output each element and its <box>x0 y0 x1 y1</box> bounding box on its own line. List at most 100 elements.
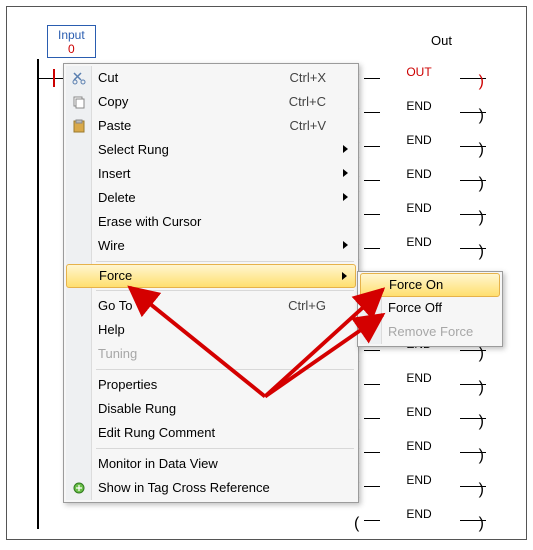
coil-label: END <box>406 405 431 419</box>
menu-force[interactable]: Force <box>66 264 356 288</box>
menu-separator <box>96 448 354 449</box>
input-contact-box[interactable]: Input 0 <box>47 25 96 58</box>
menu-copy[interactable]: Copy Ctrl+C <box>66 90 356 114</box>
menu-show-tag-cross-reference[interactable]: Show in Tag Cross Reference <box>66 476 356 500</box>
submenu-arrow-icon <box>343 169 348 177</box>
menu-properties[interactable]: Properties <box>66 373 356 397</box>
torn-edge-right <box>527 0 533 546</box>
menu-separator <box>96 261 354 262</box>
coil-paren-right: ) <box>479 413 484 431</box>
output-coil[interactable]: (END) <box>374 405 464 419</box>
menu-properties-label: Properties <box>98 377 157 392</box>
menu-separator <box>96 290 354 291</box>
input-value: 0 <box>58 42 85 56</box>
coil-paren-right: ) <box>479 243 484 261</box>
submenu-force-on-label: Force On <box>389 277 443 292</box>
menu-insert-label: Insert <box>98 166 131 181</box>
torn-edge-bottom <box>0 540 533 550</box>
output-header: Out <box>431 33 452 48</box>
coil-paren-right: ) <box>479 515 484 533</box>
copy-icon <box>71 94 87 110</box>
submenu-force-off-label: Force Off <box>388 300 442 315</box>
menu-wire-label: Wire <box>98 238 125 253</box>
input-label: Input <box>58 28 85 42</box>
coil-label: END <box>406 99 431 113</box>
force-submenu: Force On Force Off Remove Force <box>357 271 503 347</box>
output-coil[interactable]: (END) <box>374 133 464 147</box>
coil-label: END <box>406 507 431 521</box>
menu-copy-shortcut: Ctrl+C <box>289 94 326 110</box>
coil-label: END <box>406 167 431 181</box>
menu-help-label: Help <box>98 322 125 337</box>
output-coil[interactable]: (END) <box>374 167 464 181</box>
menu-tuning-label: Tuning <box>98 346 137 361</box>
paste-icon <box>71 118 87 134</box>
menu-help[interactable]: Help <box>66 318 356 342</box>
menu-goto[interactable]: Go To Ctrl+G <box>66 294 356 318</box>
coil-label: END <box>406 473 431 487</box>
menu-paste[interactable]: Paste Ctrl+V <box>66 114 356 138</box>
menu-cut[interactable]: Cut Ctrl+X <box>66 66 356 90</box>
menu-erase-label: Erase with Cursor <box>98 214 201 229</box>
output-coil[interactable]: (END) <box>374 99 464 113</box>
coil-label: END <box>406 371 431 385</box>
coil-paren-right: ) <box>479 447 484 465</box>
submenu-force-on[interactable]: Force On <box>360 273 500 297</box>
coil-label: END <box>406 133 431 147</box>
coil-label: END <box>406 235 431 249</box>
submenu-arrow-icon <box>342 272 347 280</box>
tag-xref-icon <box>71 480 87 496</box>
coil-paren-right: ) <box>479 481 484 499</box>
coil-label: OUT <box>406 65 431 79</box>
menu-showtag-label: Show in Tag Cross Reference <box>98 480 270 495</box>
menu-wire[interactable]: Wire <box>66 234 356 258</box>
menu-monitor-label: Monitor in Data View <box>98 456 218 471</box>
submenu-force-off[interactable]: Force Off <box>360 296 500 320</box>
submenu-remove-force-label: Remove Force <box>388 324 473 339</box>
cut-icon <box>71 70 87 86</box>
coil-paren-right: ) <box>479 73 484 91</box>
menu-cut-label: Cut <box>98 70 118 85</box>
coil-paren-right: ) <box>479 141 484 159</box>
submenu-arrow-icon <box>343 145 348 153</box>
menu-select-rung[interactable]: Select Rung <box>66 138 356 162</box>
coil-paren-right: ) <box>479 345 484 363</box>
menu-tuning: Tuning <box>66 342 356 366</box>
menu-select-rung-label: Select Rung <box>98 142 169 157</box>
coil-label: END <box>406 439 431 453</box>
output-coil[interactable]: (END) <box>374 235 464 249</box>
menu-goto-shortcut: Ctrl+G <box>288 298 326 314</box>
menu-disable-rung[interactable]: Disable Rung <box>66 397 356 421</box>
menu-monitor-data-view[interactable]: Monitor in Data View <box>66 452 356 476</box>
submenu-arrow-icon <box>343 241 348 249</box>
coil-paren-left: ( <box>354 515 359 533</box>
context-menu: Cut Ctrl+X Copy Ctrl+C Paste Ctrl+V Sele… <box>63 63 359 503</box>
rung-row[interactable]: ( END) <box>37 503 504 537</box>
menu-force-label: Force <box>99 268 132 283</box>
menu-edit-rung-comment[interactable]: Edit Rung Comment <box>66 421 356 445</box>
menu-cut-shortcut: Ctrl+X <box>290 70 326 86</box>
menu-paste-shortcut: Ctrl+V <box>290 118 326 134</box>
coil-paren-right: ) <box>479 107 484 125</box>
menu-insert[interactable]: Insert <box>66 162 356 186</box>
output-coil[interactable]: (END) <box>374 371 464 385</box>
coil-label: END <box>406 201 431 215</box>
submenu-remove-force: Remove Force <box>360 320 500 344</box>
menu-editcomment-label: Edit Rung Comment <box>98 425 215 440</box>
output-coil[interactable]: (END) <box>374 507 464 521</box>
coil-paren-right: ) <box>479 175 484 193</box>
output-coil[interactable]: (END) <box>374 439 464 453</box>
menu-separator <box>96 369 354 370</box>
menu-delete[interactable]: Delete <box>66 186 356 210</box>
menu-copy-label: Copy <box>98 94 128 109</box>
menu-disable-label: Disable Rung <box>98 401 176 416</box>
app-frame: Input 0 Out (OUT)(END)(END)(END)(END)(EN… <box>6 6 527 540</box>
output-coil[interactable]: (OUT) <box>374 65 464 79</box>
menu-delete-label: Delete <box>98 190 136 205</box>
coil-paren-right: ) <box>479 379 484 397</box>
menu-erase-with-cursor[interactable]: Erase with Cursor <box>66 210 356 234</box>
output-coil[interactable]: (END) <box>374 473 464 487</box>
submenu-arrow-icon <box>343 193 348 201</box>
coil-paren-right: ) <box>479 209 484 227</box>
output-coil[interactable]: (END) <box>374 201 464 215</box>
